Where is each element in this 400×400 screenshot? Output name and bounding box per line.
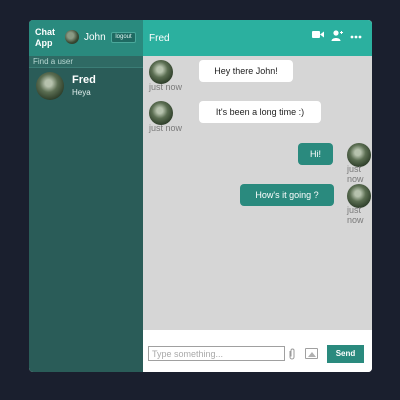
message-bubble-incoming: It's been a long time :) xyxy=(199,101,321,123)
message-bubble-outgoing: How's it going ? xyxy=(240,184,334,206)
current-user-name: John xyxy=(84,32,106,43)
add-user-icon[interactable] xyxy=(330,30,344,44)
chat-window: Chat App John logout Fred Heya Fred xyxy=(29,20,372,372)
message-bubble-outgoing: Hi! xyxy=(298,143,333,165)
image-icon[interactable] xyxy=(305,348,318,359)
message-input[interactable] xyxy=(148,346,285,361)
chat-header: Fred xyxy=(143,20,372,56)
find-user-input[interactable] xyxy=(29,56,143,68)
message-avatar xyxy=(149,101,173,125)
message-time: just now xyxy=(149,82,183,92)
logout-button[interactable]: logout xyxy=(111,32,136,43)
contact-item[interactable]: Fred Heya xyxy=(29,68,143,104)
contact-name: Fred xyxy=(72,74,96,86)
current-user-avatar xyxy=(65,30,79,44)
app-title: Chat App xyxy=(35,27,55,48)
contact-last-message: Heya xyxy=(72,88,91,97)
message-bubble-incoming: Hey there John! xyxy=(199,60,293,82)
sidebar: Chat App John logout Fred Heya xyxy=(29,20,143,372)
message-composer: Send xyxy=(143,330,372,372)
video-camera-icon[interactable] xyxy=(311,30,325,44)
send-button[interactable]: Send xyxy=(327,345,364,363)
message-time: just now xyxy=(347,205,364,225)
chat-title: Fred xyxy=(149,33,170,44)
chat-pane: Fred Hey there John! just now It's been … xyxy=(143,20,372,372)
contact-avatar xyxy=(36,72,64,100)
message-avatar xyxy=(149,60,173,84)
sidebar-header: Chat App John logout xyxy=(29,20,143,56)
message-time: just now xyxy=(149,123,183,133)
more-options-icon[interactable] xyxy=(349,30,363,44)
message-time: just now xyxy=(347,164,364,184)
paperclip-icon[interactable] xyxy=(287,348,297,360)
